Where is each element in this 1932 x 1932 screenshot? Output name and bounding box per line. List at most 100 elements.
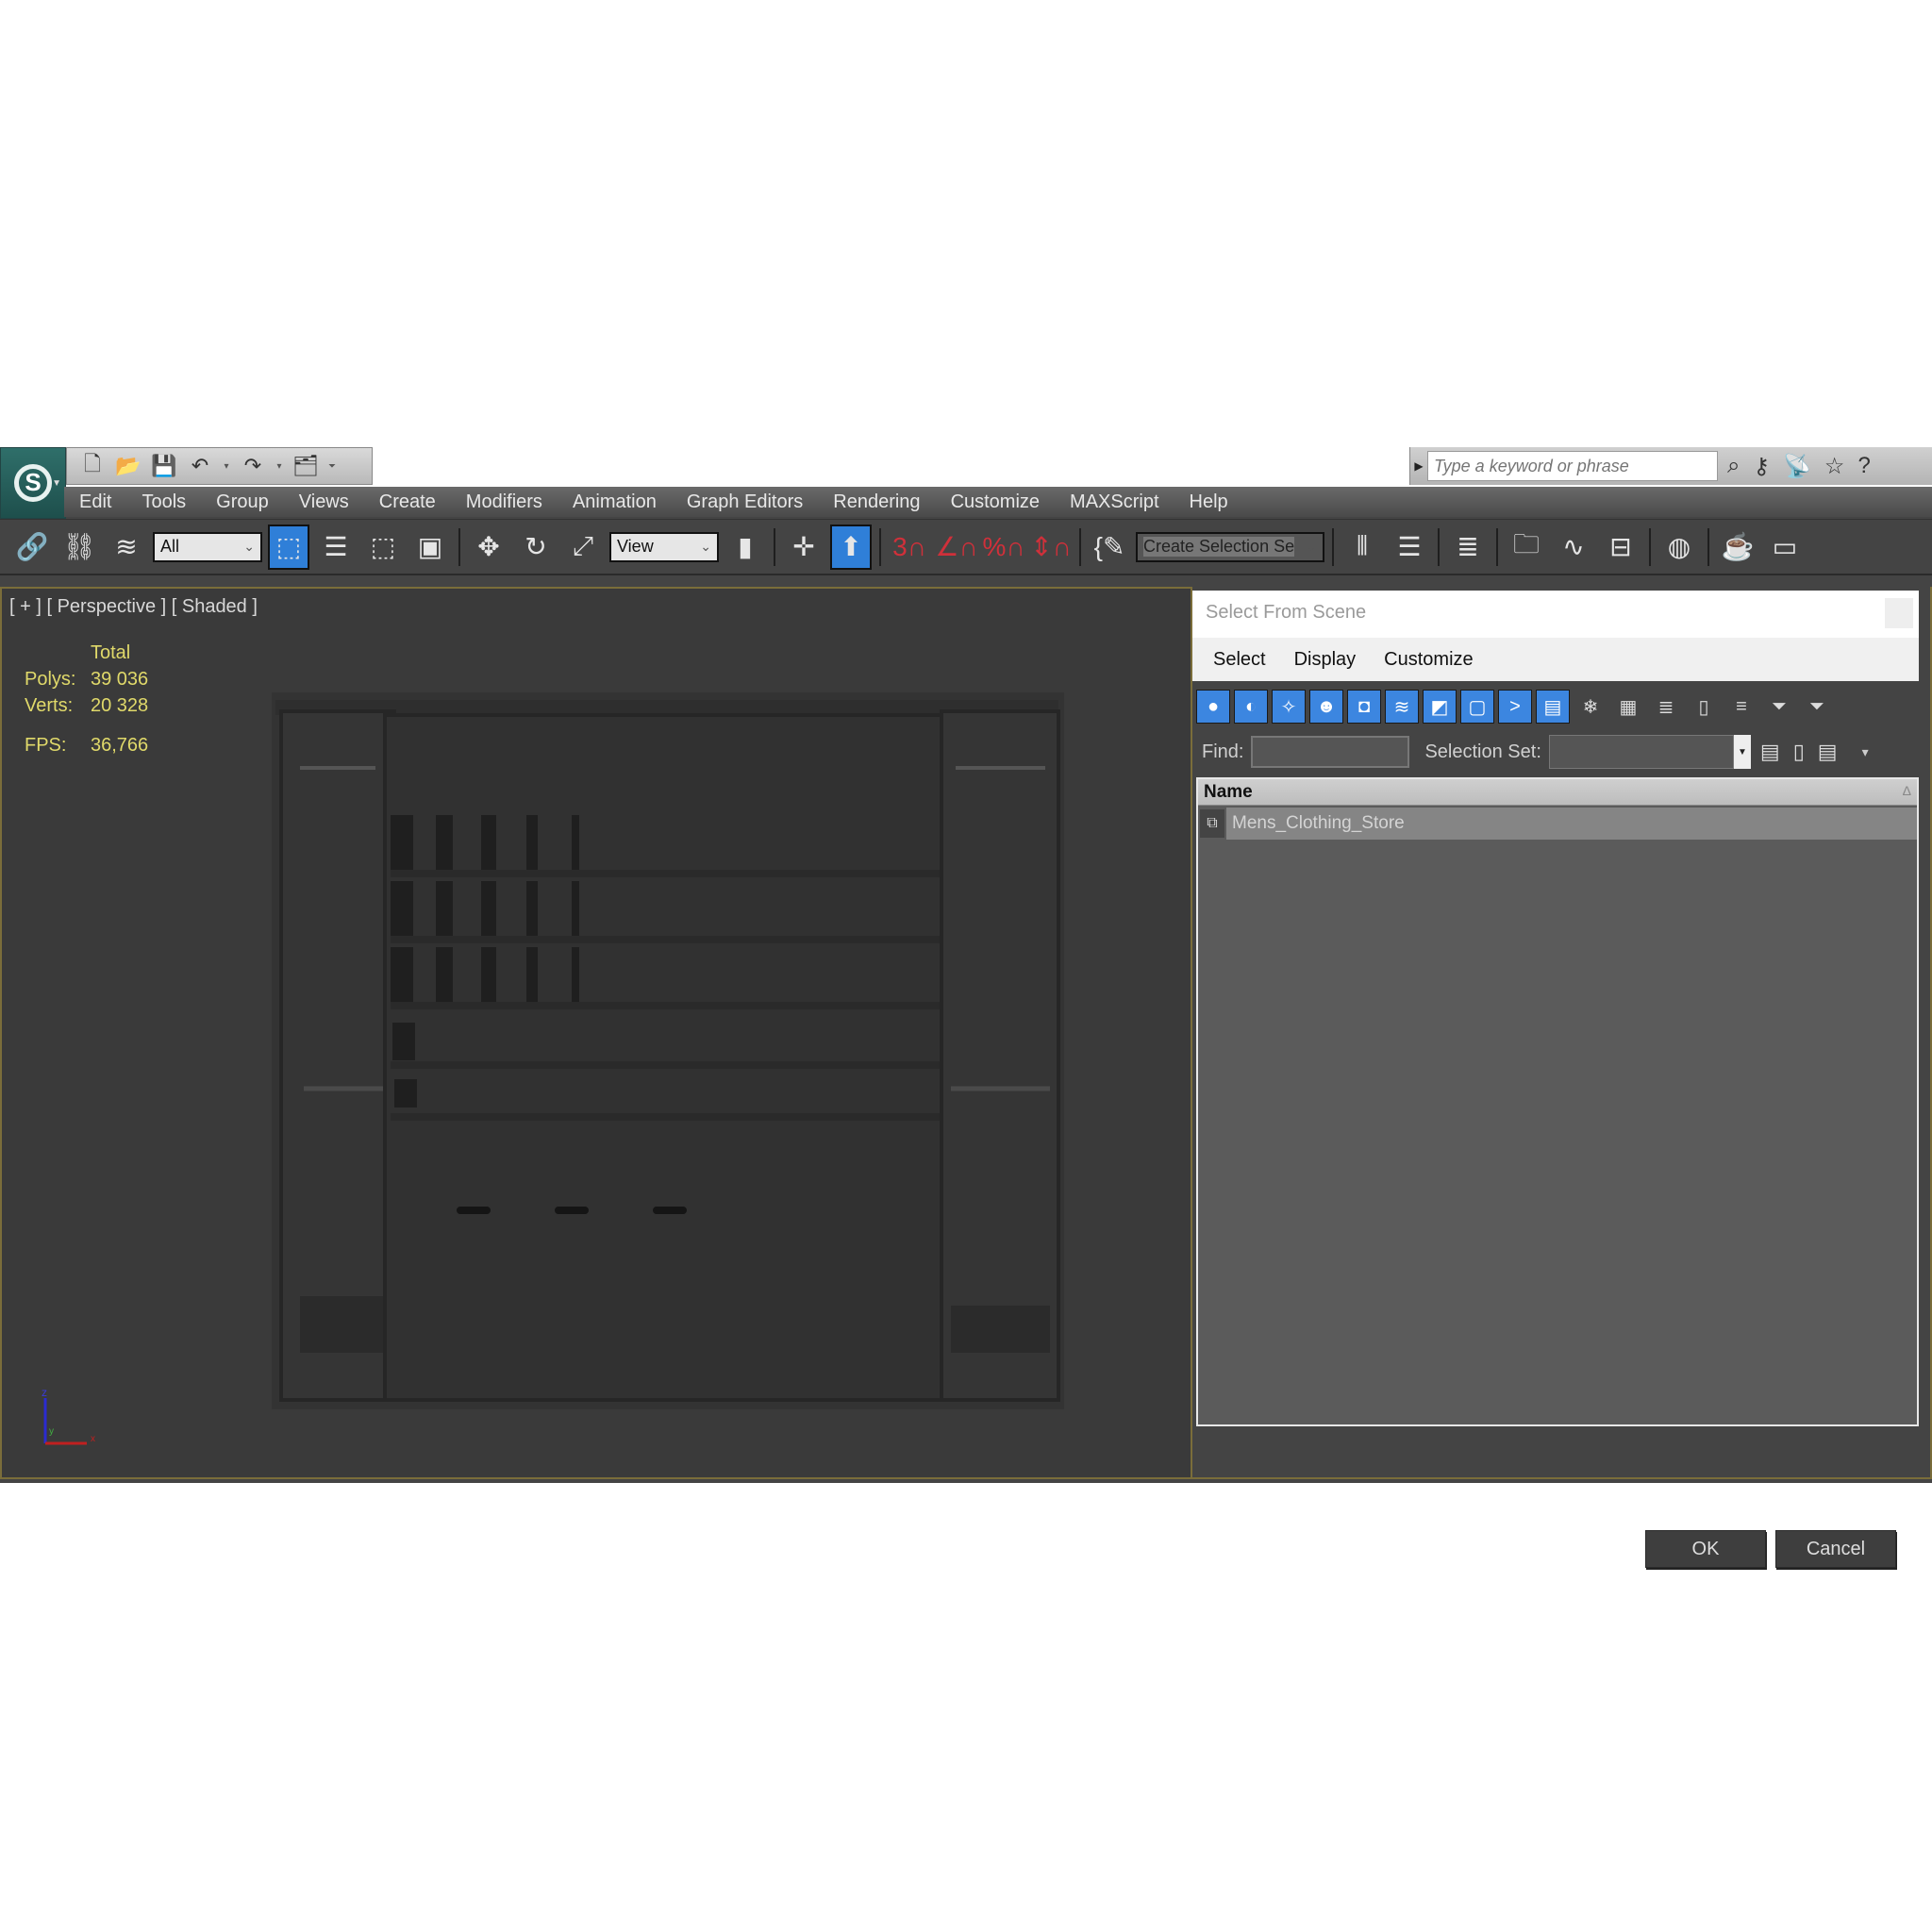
containers-filter-icon[interactable]: ▤ xyxy=(1536,690,1570,724)
display-none-icon[interactable]: ▯ xyxy=(1687,690,1721,724)
help-icon[interactable]: ? xyxy=(1857,453,1870,480)
scene-object-list[interactable]: Name Δ ⧉ Mens_Clothing_Store xyxy=(1196,777,1919,1426)
open-file-icon[interactable]: 📂 xyxy=(114,453,142,479)
shapes-filter-icon[interactable]: ◐ xyxy=(1234,690,1268,724)
save-icon[interactable]: 💾 xyxy=(150,453,178,479)
menu-views[interactable]: Views xyxy=(284,491,364,513)
lights-filter-icon[interactable]: ✧ xyxy=(1272,690,1306,724)
spinner-snap-icon[interactable]: ⇕∩ xyxy=(1030,525,1072,570)
xrefs-filter-icon[interactable]: ▢ xyxy=(1460,690,1494,724)
list-item[interactable]: ⧉ Mens_Clothing_Store xyxy=(1198,808,1917,840)
window-crossing-icon[interactable]: ▣ xyxy=(409,525,451,570)
curve-editor-icon[interactable]: ∿ xyxy=(1553,525,1594,570)
select-and-move-icon[interactable]: ✥ xyxy=(468,525,509,570)
project-folder-icon[interactable]: 🗂 xyxy=(291,453,320,479)
menu-group[interactable]: Group xyxy=(201,491,284,513)
menu-maxscript[interactable]: MAXScript xyxy=(1055,491,1174,513)
select-and-rotate-icon[interactable]: ↻ xyxy=(515,525,557,570)
mirror-icon[interactable]: ⫴ xyxy=(1341,525,1383,570)
material-editor-icon[interactable]: ◍ xyxy=(1658,525,1700,570)
named-selection-set-dropdown[interactable]: Create Selection Se ⌄ xyxy=(1136,531,1324,562)
pivot-center-icon[interactable]: ▮ xyxy=(724,525,766,570)
scene-explorer-icon[interactable]: 🗀 xyxy=(1506,525,1547,570)
layer-manager-icon[interactable]: ≣ xyxy=(1447,525,1489,570)
snaps-toggle-icon[interactable]: 3∩ xyxy=(889,525,930,570)
bones-filter-icon[interactable]: > xyxy=(1498,690,1532,724)
frozen-filter-icon[interactable]: ❄ xyxy=(1574,690,1607,724)
selection-set-dropdown-icon[interactable]: ▼ xyxy=(1733,735,1751,769)
list-header[interactable]: Name Δ xyxy=(1198,779,1917,806)
dialog-menu-customize[interactable]: Customize xyxy=(1373,649,1484,671)
edit-named-selection-icon[interactable]: {✎ xyxy=(1089,525,1130,570)
key-icon[interactable]: ⚷ xyxy=(1753,453,1770,480)
helpers-filter-icon[interactable]: ◘ xyxy=(1347,690,1381,724)
select-and-scale-icon[interactable]: ⤢ xyxy=(562,525,604,570)
cameras-filter-icon[interactable]: ☻ xyxy=(1309,690,1343,724)
reference-coordinate-dropdown[interactable]: View ⌄ xyxy=(609,531,719,562)
keyboard-shortcut-override-icon[interactable]: ⬆ xyxy=(830,524,872,570)
selection-filter-dropdown[interactable]: All ⌄ xyxy=(153,531,262,562)
viewport-label[interactable]: [ + ] [ Perspective ] [ Shaded ] xyxy=(9,596,258,618)
cancel-button[interactable]: Cancel xyxy=(1775,1530,1896,1568)
name-column-header[interactable]: Name xyxy=(1204,782,1253,803)
invert-display-icon[interactable]: ≡ xyxy=(1724,690,1758,724)
rectangular-selection-region-icon[interactable]: ⬚ xyxy=(362,525,404,570)
render-setup-icon[interactable]: ☕ xyxy=(1717,525,1758,570)
space-warps-filter-icon[interactable]: ≋ xyxy=(1385,690,1419,724)
shelving-unit-model[interactable] xyxy=(272,692,1064,1409)
redo-icon[interactable]: ↷ xyxy=(239,453,267,479)
display-all-icon[interactable]: ≣ xyxy=(1649,690,1683,724)
3ds-max-window: S ▼ 🗋 📂 💾 ↶ ▾ ↷ ▾ 🗂 ⏷ ▶ ⌕ ⚷ 📡 ☆ ? Edit T… xyxy=(0,447,1932,1568)
application-button[interactable]: S ▼ xyxy=(0,447,66,519)
unlink-selection-icon[interactable]: ⛓ xyxy=(58,525,100,570)
select-none-icon[interactable]: ▯ xyxy=(1793,740,1805,764)
expand-arrow-icon[interactable]: ▶ xyxy=(1410,459,1427,473)
select-and-link-icon[interactable]: 🔗 xyxy=(11,525,53,570)
hidden-filter-icon[interactable]: ▦ xyxy=(1611,690,1645,724)
select-all-icon[interactable]: ▤ xyxy=(1760,740,1780,764)
dialog-menu-select[interactable]: Select xyxy=(1202,649,1277,671)
select-by-name-icon[interactable]: ☰ xyxy=(315,525,357,570)
schematic-view-icon[interactable]: ⊟ xyxy=(1600,525,1641,570)
menu-modifiers[interactable]: Modifiers xyxy=(451,491,558,513)
keyword-search-input[interactable] xyxy=(1427,451,1718,481)
menu-help[interactable]: Help xyxy=(1174,491,1243,513)
menu-edit[interactable]: Edit xyxy=(64,491,126,513)
menu-rendering[interactable]: Rendering xyxy=(818,491,935,513)
align-icon[interactable]: ☰ xyxy=(1389,525,1430,570)
close-button[interactable] xyxy=(1885,598,1913,628)
filter-icon[interactable]: ⏷ xyxy=(1762,690,1796,724)
select-object-icon[interactable]: ⬚ xyxy=(268,524,309,570)
redo-dropdown-icon[interactable]: ▾ xyxy=(275,453,284,479)
bind-to-space-warp-icon[interactable]: ≋ xyxy=(106,525,147,570)
dialog-title-bar[interactable]: Select From Scene xyxy=(1192,591,1919,638)
menu-tools[interactable]: Tools xyxy=(126,491,201,513)
selection-set-input[interactable] xyxy=(1548,735,1734,769)
percent-snap-icon[interactable]: %∩ xyxy=(982,525,1024,570)
new-file-icon[interactable]: 🗋 xyxy=(78,452,107,479)
satellite-icon[interactable]: 📡 xyxy=(1783,453,1811,480)
menu-create[interactable]: Create xyxy=(364,491,451,513)
groups-filter-icon[interactable]: ◩ xyxy=(1423,690,1457,724)
menu-graph-editors[interactable]: Graph Editors xyxy=(672,491,818,513)
star-icon[interactable]: ☆ xyxy=(1824,453,1845,480)
dialog-menu-display[interactable]: Display xyxy=(1283,649,1368,671)
select-invert-icon[interactable]: ▤ xyxy=(1818,740,1838,764)
angle-snap-icon[interactable]: ∠∩ xyxy=(935,525,977,570)
menu-customize[interactable]: Customize xyxy=(936,491,1055,513)
select-manipulate-icon[interactable]: ✛ xyxy=(783,525,824,570)
ok-button[interactable]: OK xyxy=(1645,1530,1766,1568)
object-name[interactable]: Mens_Clothing_Store xyxy=(1226,808,1917,840)
options-dropdown-icon[interactable]: ▾ xyxy=(1862,744,1869,760)
perspective-viewport[interactable]: [ + ] [ Perspective ] [ Shaded ] Total P… xyxy=(0,587,1192,1479)
x-axis-label: x xyxy=(91,1434,95,1444)
customize-toolbar-icon[interactable]: ⏷ xyxy=(327,453,337,479)
undo-dropdown-icon[interactable]: ▾ xyxy=(222,453,231,479)
binoculars-icon[interactable]: ⌕ xyxy=(1727,453,1740,480)
filter-options-icon[interactable]: ⏷ xyxy=(1800,690,1834,724)
undo-icon[interactable]: ↶ xyxy=(186,453,214,479)
geometry-filter-icon[interactable]: ● xyxy=(1196,690,1230,724)
find-input[interactable] xyxy=(1251,736,1410,768)
rendered-frame-window-icon[interactable]: ▭ xyxy=(1764,525,1806,570)
menu-animation[interactable]: Animation xyxy=(558,491,672,513)
